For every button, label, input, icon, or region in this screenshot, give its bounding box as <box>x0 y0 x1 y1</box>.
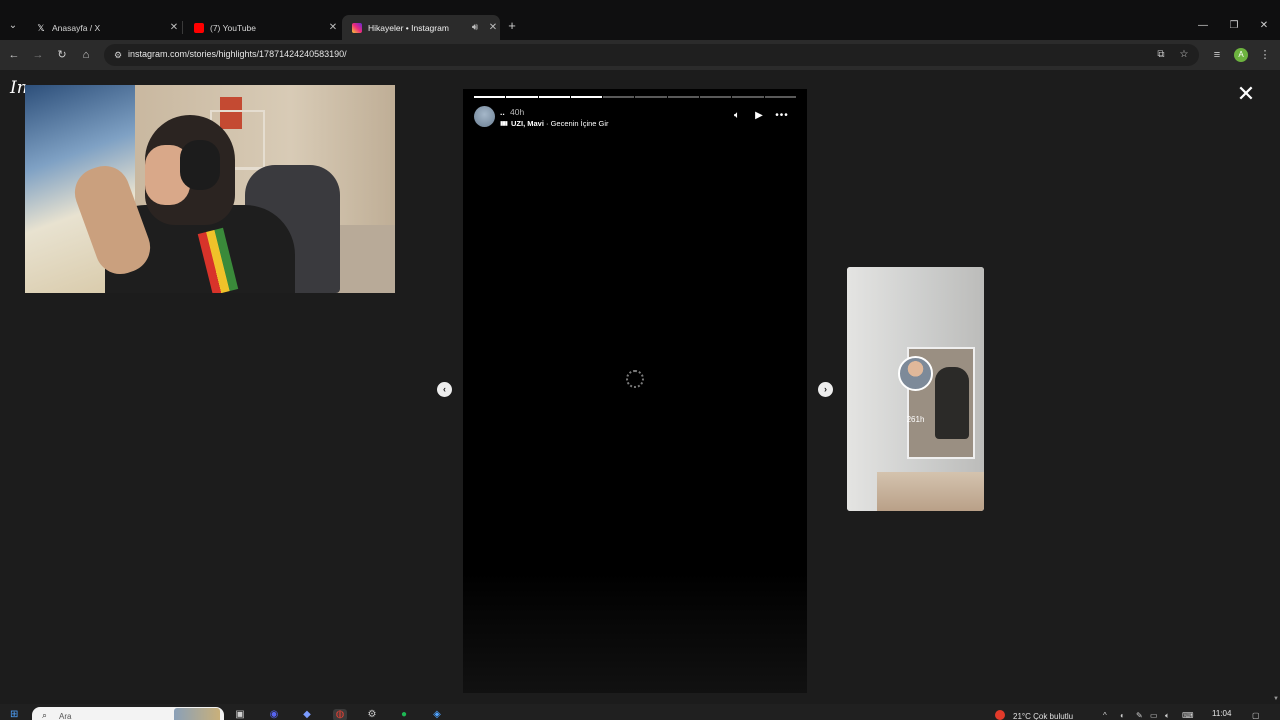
discord-icon[interactable]: ◉ <box>267 709 281 720</box>
back-arrow-icon[interactable]: ← <box>6 47 22 63</box>
install-app-icon[interactable]: ⧉ <box>1154 48 1168 62</box>
story-progress-segment <box>570 96 603 98</box>
x-logo-icon: 𝕏 <box>37 22 45 33</box>
tray-chevron-icon[interactable]: ^ <box>1103 711 1107 720</box>
scroll-down-icon[interactable]: ▼ <box>1273 696 1279 702</box>
story-progress-segment <box>603 96 635 98</box>
story-music[interactable]: UZI, Mavi · Gecenin İçine Gir <box>511 119 609 128</box>
keyboard-icon[interactable]: ⌨ <box>1182 711 1194 720</box>
loading-spinner-icon <box>626 370 644 388</box>
story-progress-segment <box>506 96 538 98</box>
settings-icon[interactable]: ⚙ <box>365 709 379 720</box>
story-player[interactable]: .. 40h ▮▮▮ UZI, Mavi · Gecenin İçine Gir… <box>463 89 807 693</box>
tab-x[interactable]: 𝕏 Anasayfa / X ✕ <box>26 15 181 40</box>
clock[interactable]: 11:04 <box>1212 709 1231 718</box>
previous-story-button[interactable]: ‹ <box>437 382 452 397</box>
preview-figure <box>935 367 969 439</box>
notifications-icon[interactable]: ▢ <box>1252 711 1260 720</box>
webcam-headphones <box>180 140 220 190</box>
task-view-icon[interactable]: ▣ <box>233 709 247 720</box>
music-artist: UZI, Mavi <box>511 119 544 128</box>
preview-timestamp: 261h <box>906 415 925 424</box>
profile-avatar[interactable]: A <box>1234 48 1248 62</box>
volume-icon[interactable]: 🔈︎ <box>730 109 744 123</box>
tab-title: Anasayfa / X <box>52 22 101 33</box>
story-progress-segment <box>764 96 796 98</box>
taskbar-search[interactable]: ⌕ Ara <box>32 707 224 720</box>
preview-avatar <box>898 356 933 391</box>
search-placeholder: Ara <box>59 712 72 720</box>
site-settings-icon[interactable]: ⚙ <box>111 48 125 62</box>
webcam-overlay <box>25 85 395 293</box>
search-icon: ⌕ <box>42 710 48 720</box>
home-icon[interactable]: ⌂ <box>78 47 94 63</box>
close-tab-icon[interactable]: ✕ <box>326 22 340 33</box>
windows-start-icon[interactable]: ⊞ <box>10 709 22 720</box>
app-icon[interactable]: ◈ <box>430 709 444 720</box>
story-avatar[interactable] <box>474 106 495 127</box>
story-progress-segment <box>474 96 506 98</box>
network-icon[interactable]: ▭ <box>1150 711 1158 720</box>
music-bars-icon: ▮▮▮ <box>500 121 508 127</box>
story-progress-segment <box>538 96 570 98</box>
next-story-button[interactable]: › <box>818 382 833 397</box>
more-options-icon[interactable]: ••• <box>775 109 789 123</box>
search-highlight-image <box>174 708 220 720</box>
tab-strip: ⌄ 𝕏 Anasayfa / X ✕ (7) YouTube ✕ Hikayel… <box>0 0 1280 40</box>
story-progress-segment <box>732 96 764 98</box>
tab-youtube[interactable]: (7) YouTube ✕ <box>184 15 340 40</box>
address-bar[interactable]: ⚙ instagram.com/stories/highlights/17871… <box>104 44 1199 66</box>
url-text: instagram.com/stories/highlights/1787142… <box>128 49 347 59</box>
instagram-icon <box>352 22 362 33</box>
story-timestamp: 40h <box>510 107 525 117</box>
tab-audio-icon[interactable]: 🔊︎ <box>468 22 482 33</box>
new-tab-button[interactable]: + <box>505 18 519 34</box>
spotify-icon[interactable]: ● <box>397 709 411 720</box>
reload-icon[interactable]: ↻ <box>54 47 70 63</box>
youtube-icon <box>194 22 204 33</box>
play-icon[interactable]: ▶ <box>752 109 766 123</box>
tab-title: Hikayeler • Instagram <box>368 22 449 33</box>
instagram-story-viewer: In .. 40h ▮▮▮ UZI, Mavi · Gecenin İçine … <box>0 70 1280 704</box>
browser-toolbar: ← → ↻ ⌂ ⚙ instagram.com/stories/highligh… <box>0 40 1280 70</box>
speaker-icon[interactable]: 🔈︎ <box>1165 711 1170 720</box>
bookmark-star-icon[interactable]: ☆ <box>1177 48 1191 62</box>
weather-icon[interactable] <box>995 710 1005 720</box>
tab-instagram[interactable]: Hikayeler • Instagram 🔊︎ ✕ <box>342 15 500 40</box>
weather-text[interactable]: 21°C Çok bulutlu <box>1013 712 1073 720</box>
minimize-icon[interactable]: — <box>1188 16 1218 36</box>
reading-list-icon[interactable]: ≡ <box>1209 47 1225 63</box>
next-story-preview[interactable]: 261h <box>847 267 984 511</box>
tab-title: (7) YouTube <box>210 22 256 33</box>
tab-divider <box>182 21 183 34</box>
story-progress <box>474 96 796 98</box>
close-tab-icon[interactable]: ✕ <box>167 22 181 33</box>
forward-arrow-icon[interactable]: → <box>30 47 46 63</box>
preview-floor <box>877 472 984 511</box>
story-progress-segment <box>700 96 732 98</box>
tray-app-icon[interactable]: ◐ <box>1120 711 1125 720</box>
close-window-icon[interactable]: ✕ <box>1249 16 1279 36</box>
tray-pen-icon[interactable]: ✎ <box>1136 711 1143 720</box>
app-icon[interactable]: ◆ <box>300 709 314 720</box>
story-progress-segment <box>667 96 700 98</box>
close-story-icon[interactable]: ✕ <box>1236 83 1256 105</box>
story-progress-segment <box>635 96 667 98</box>
tab-search-button[interactable]: ⌄ <box>4 17 22 35</box>
story-gradient <box>463 573 807 693</box>
close-tab-icon[interactable]: ✕ <box>486 22 500 33</box>
taskbar: ⊞ ⌕ Ara ▣ ◉ ◆ ◍ ⚙ ● ◈ 21°C Çok bulutlu ^… <box>0 704 1280 720</box>
chrome-icon[interactable]: ◍ <box>333 709 347 720</box>
music-title: · Gecenin İçine Gir <box>543 119 609 128</box>
restore-icon[interactable]: ❐ <box>1219 16 1249 36</box>
browser-menu-icon[interactable]: ⋮ <box>1259 47 1271 63</box>
story-username[interactable]: .. <box>500 107 505 117</box>
